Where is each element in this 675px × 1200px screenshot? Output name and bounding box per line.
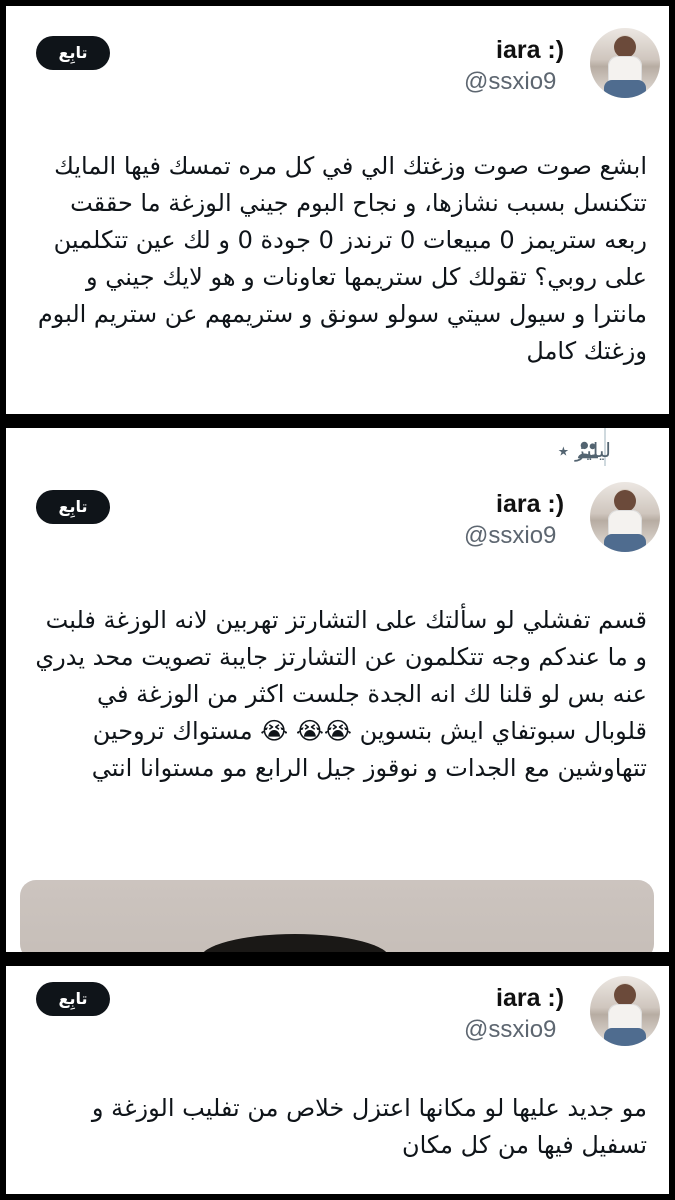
follow-button[interactable]: تابِع [36, 490, 110, 524]
avatar[interactable] [590, 482, 660, 552]
author-name[interactable]: iara :) [496, 36, 564, 65]
author-name[interactable]: iara :) [496, 490, 564, 519]
follow-button[interactable]: تابِع [36, 982, 110, 1016]
author-handle[interactable]: @ssxio9 [464, 1016, 556, 1044]
tweet-text: قسم تفشلي لو سألتك على التشارتز تهربين ل… [27, 606, 647, 782]
community-label[interactable]: ليليز ⭑ [558, 438, 611, 462]
author-handle[interactable]: @ssxio9 [464, 68, 556, 96]
author-name[interactable]: iara :) [496, 984, 564, 1013]
tweet-text: مو جديد عليها لو مكانها اعتزل خلاص من تف… [84, 1094, 647, 1159]
media-content [200, 934, 390, 952]
tweet-card-2[interactable]: ليليز ⭑ iara :) @ssxio9 تابِع قسم تفشلي … [6, 428, 669, 952]
follow-button[interactable]: تابِع [36, 36, 110, 70]
tweet-media[interactable] [20, 880, 654, 952]
author-handle[interactable]: @ssxio9 [464, 522, 556, 550]
tweet-card-1[interactable]: iara :) @ssxio9 تابِع ابشع صوت صوت وزغتك… [6, 6, 669, 414]
avatar[interactable] [590, 28, 660, 98]
tweet-text: ابشع صوت صوت وزغتك الي في كل مره تمسك في… [30, 152, 647, 365]
avatar[interactable] [590, 976, 660, 1046]
tweet-card-3[interactable]: iara :) @ssxio9 تابِع مو جديد عليها لو م… [6, 966, 669, 1194]
